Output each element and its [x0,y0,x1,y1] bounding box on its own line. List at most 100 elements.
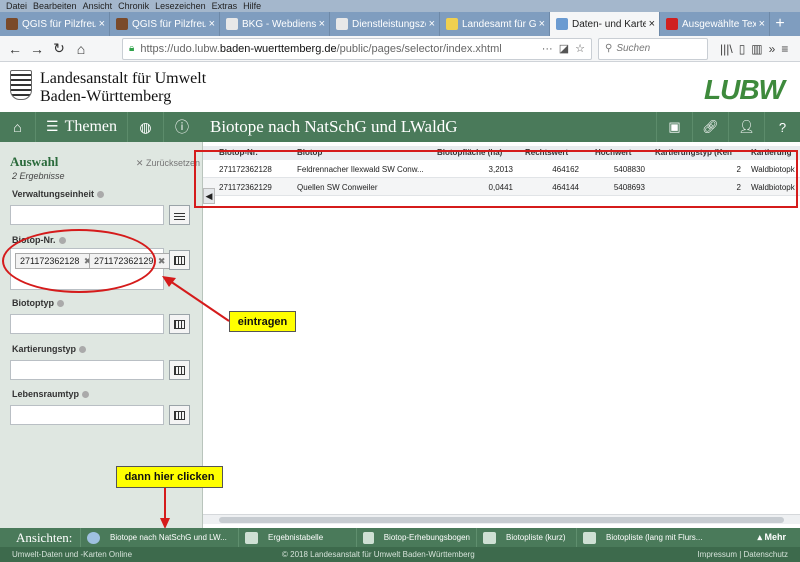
list-picker-button[interactable] [169,205,190,225]
browser-tab[interactable]: Ausgewählte Texte × [660,12,770,36]
home-icon[interactable]: ⌂ [0,112,36,142]
close-icon[interactable]: × [649,18,655,30]
remove-tag-icon[interactable]: ✖ [155,256,166,266]
forward-button[interactable]: → [26,38,48,60]
url-bar[interactable]: 🔒︎ https://udo.lubw.baden-wuerttemberg.d… [122,37,592,60]
reader-icon[interactable]: ▥ [751,42,762,56]
browser-tab-active[interactable]: Daten- und Karten × [550,12,660,36]
tab-label: Daten- und Karten [572,18,646,30]
more-views-button[interactable]: ▴ Mehr [743,532,800,543]
view-ergebnistabelle[interactable]: Ergebnistabelle [238,528,356,547]
reload-button[interactable]: ↻ [48,38,70,60]
annotation-table-highlight [194,150,798,208]
view-biotopliste-lang[interactable]: Biotopliste (lang mit Flurs... [576,528,716,547]
site-header: Landesanstalt für Umwelt Baden-Württembe… [0,62,800,112]
kartierungstyp-input[interactable] [10,360,164,380]
app-toolbar: ⌂ ☰ Themen ◍ ⓘ Biotope nach NatSchG und … [0,112,800,142]
hamburger-icon: ☰ [46,119,59,135]
browser-tab[interactable]: BKG - Webdienste × [220,12,330,36]
hamburger-menu-icon[interactable]: ≡ [781,42,788,56]
help-icon[interactable]: ? [764,112,800,142]
picker-button[interactable] [169,314,190,334]
view-biotopliste-kurz[interactable]: Biotopliste (kurz) [476,528,576,547]
library-icon[interactable]: |||\ [720,42,733,56]
reset-button[interactable]: ✕ Zurücksetzen [136,158,200,169]
view-biotope-map[interactable]: Biotope nach NatSchG und LW... [80,528,238,547]
browser-tab[interactable]: Dienstleistungszen × [330,12,440,36]
footer-links[interactable]: Impressum | Datenschutz [697,550,788,559]
menu-extras[interactable]: Extras [212,0,238,12]
page-footer: Umwelt-Daten und -Karten Online © 2018 L… [0,547,800,562]
zt-icon [666,18,678,30]
help-icon[interactable] [79,346,87,354]
globe-icon [87,531,100,544]
footer-app-name: Umwelt-Daten und -Karten Online [12,550,133,559]
biotoptyp-input[interactable] [10,314,164,334]
navigation-bar: ← → ↻ ⌂ 🔒︎ https://udo.lubw.baden-wuertt… [0,36,800,62]
home-button[interactable]: ⌂ [70,38,92,60]
browser-tab[interactable]: Landesamt für Geo × [440,12,550,36]
footer-copyright: © 2018 Landesanstalt für Umwelt Baden-Wü… [282,550,475,559]
save-icon[interactable]: ▣ [656,112,692,142]
tab-label: Ausgewählte Texte [682,18,756,30]
tab-label: QGIS für Pilzfreunde [132,18,206,30]
page-actions-icon[interactable]: ··· [542,43,553,55]
link-icon[interactable]: 🔗︎ [692,112,728,142]
themen-button[interactable]: ☰ Themen [36,112,128,142]
page-title: Biotope nach NatSchG und LWaldG [209,117,458,136]
new-tab-button[interactable]: + [770,12,790,36]
tab-label: QGIS für Pilzfreunde [22,18,96,30]
search-input[interactable]: ⚲ Suchen [598,37,708,60]
info-icon[interactable]: ⓘ [164,112,200,142]
picker-button[interactable] [169,405,190,425]
verwaltungseinheit-input[interactable] [10,205,164,225]
tab-label: Dienstleistungszen [352,18,426,30]
close-icon[interactable]: × [209,18,215,30]
calendar-picker-button[interactable] [169,250,190,270]
result-count: 2 Ergebnisse [12,171,65,181]
menu-lesezeichen[interactable]: Lesezeichen [155,0,206,12]
back-button[interactable]: ← [4,38,26,60]
field-label-verwaltungseinheit: Verwaltungseinheit [12,189,105,199]
lock-icon: 🔒︎ [129,43,135,54]
menu-datei[interactable]: Datei [6,0,27,12]
browser-tab[interactable]: QGIS für Pilzfreunde × [110,12,220,36]
menu-bearbeiten[interactable]: Bearbeiten [33,0,77,12]
list-icon [174,210,185,220]
close-icon[interactable]: × [99,18,105,30]
horizontal-scrollbar[interactable] [203,514,800,524]
close-icon[interactable]: × [429,18,435,30]
forum-icon [116,18,128,30]
close-icon: ✕ [135,158,146,168]
tab-label: Landesamt für Geo [462,18,536,30]
document-icon [583,531,596,544]
globe-icon[interactable]: ◍ [128,112,164,142]
help-icon[interactable] [57,300,64,308]
pocket-icon[interactable]: ◪ [559,42,569,55]
menu-chronik[interactable]: Chronik [118,0,149,12]
table-picker-icon [174,410,185,420]
close-icon[interactable]: × [759,18,765,30]
url-text: https://udo.lubw.baden-wuerttemberg.de/p… [140,42,502,55]
help-icon[interactable] [97,191,105,199]
bookmark-star-icon[interactable]: ☆ [575,42,585,55]
close-icon[interactable]: × [539,18,545,30]
view-erhebungsbogen[interactable]: Biotop-Erhebungsbogen [356,528,476,547]
menu-hilfe[interactable]: Hilfe [243,0,261,12]
lubw-icon [336,18,348,30]
overflow-icon[interactable]: » [769,42,776,56]
scrollbar-thumb[interactable] [219,517,784,523]
sidebar-icon[interactable]: ▯ [739,42,746,56]
lubw-logo[interactable]: LUBW [704,74,785,106]
help-icon[interactable] [82,391,90,399]
picker-button[interactable] [169,360,190,380]
user-icon[interactable]: 👤︎ [728,112,764,142]
document-icon [483,531,496,544]
state-crest-logo [10,70,32,100]
lebensraumtyp-input[interactable] [10,405,164,425]
close-icon[interactable]: × [319,18,325,30]
bkg-icon [226,18,238,30]
browser-tab[interactable]: QGIS für Pilzfreunde × [0,12,110,36]
table-icon [245,531,258,544]
menu-ansicht[interactable]: Ansicht [83,0,113,12]
